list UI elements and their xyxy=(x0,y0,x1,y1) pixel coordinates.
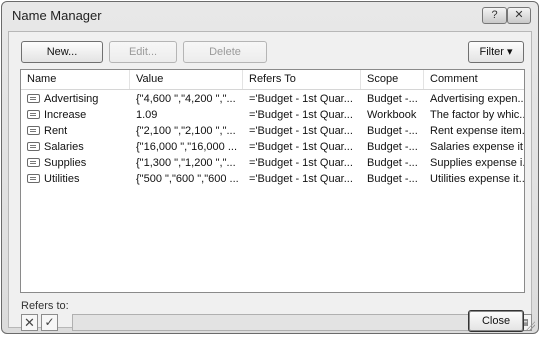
resize-grip-icon[interactable] xyxy=(525,320,535,330)
help-button[interactable]: ? xyxy=(482,7,507,24)
delete-button[interactable]: Delete xyxy=(183,41,267,63)
column-header-value[interactable]: Value xyxy=(130,70,243,89)
dialog-title: Name Manager xyxy=(12,8,102,23)
value-cell: {"16,000 ","16,000 ... xyxy=(136,141,238,153)
refers-to-cell: ='Budget - 1st Quar... xyxy=(249,141,353,153)
list-header: Name Value Refers To Scope Comment xyxy=(21,70,524,90)
refers-to-cell: ='Budget - 1st Quar... xyxy=(249,109,353,121)
filter-button[interactable]: Filter ▾ xyxy=(468,41,524,63)
scope-cell: Budget -... xyxy=(367,157,418,169)
table-row[interactable]: Utilities {"500 ","600 ","600 ... ='Budg… xyxy=(21,171,524,187)
defined-name-icon xyxy=(27,94,40,103)
comment-cell: Supplies expense i... xyxy=(430,157,524,169)
value-cell: {"1,300 ","1,200 ","... xyxy=(136,157,236,169)
name-cell: Supplies xyxy=(44,157,87,169)
defined-name-icon xyxy=(27,158,40,167)
value-cell: {"500 ","600 ","600 ... xyxy=(136,173,239,185)
comment-cell: Rent expense item... xyxy=(430,125,524,137)
comment-cell: Advertising expen... xyxy=(430,93,524,105)
cancel-edit-icon[interactable]: ✕ xyxy=(21,314,38,331)
defined-name-icon xyxy=(27,174,40,183)
names-list[interactable]: Name Value Refers To Scope Comment Adver… xyxy=(20,69,525,293)
confirm-edit-icon[interactable]: ✓ xyxy=(41,314,58,331)
refers-to-input[interactable] xyxy=(72,314,515,331)
comment-cell: Salaries expense it... xyxy=(430,141,524,153)
dialog-body: New... Edit... Delete Filter ▾ Name Valu… xyxy=(8,31,532,332)
table-row[interactable]: Increase 1.09 ='Budget - 1st Quar... Wor… xyxy=(21,107,524,123)
close-x-button[interactable]: ✕ xyxy=(507,7,531,24)
name-cell: Salaries xyxy=(44,141,84,153)
scope-cell: Budget -... xyxy=(367,141,418,153)
value-cell: {"4,600 ","4,200 ","... xyxy=(136,93,236,105)
scope-cell: Budget -... xyxy=(367,173,418,185)
comment-cell: Utilities expense it... xyxy=(430,173,524,185)
defined-name-icon xyxy=(27,142,40,151)
table-row[interactable]: Advertising {"4,600 ","4,200 ","... ='Bu… xyxy=(21,91,524,107)
column-header-scope[interactable]: Scope xyxy=(361,70,424,89)
refers-to-label: Refers to: xyxy=(21,300,69,312)
refers-to-cell: ='Budget - 1st Quar... xyxy=(249,173,353,185)
defined-name-icon xyxy=(27,110,40,119)
title-bar[interactable]: Name Manager ? ✕ xyxy=(2,2,538,28)
value-cell: 1.09 xyxy=(136,109,158,121)
table-row[interactable]: Rent {"2,100 ","2,100 ","... ='Budget - … xyxy=(21,123,524,139)
scope-cell: Budget -... xyxy=(367,93,418,105)
defined-name-icon xyxy=(27,126,40,135)
name-cell: Utilities xyxy=(44,173,80,185)
new-button[interactable]: New... xyxy=(21,41,103,63)
refers-to-cell: ='Budget - 1st Quar... xyxy=(249,125,353,137)
edit-button[interactable]: Edit... xyxy=(109,41,177,63)
name-cell: Increase xyxy=(44,109,87,121)
table-row[interactable]: Supplies {"1,300 ","1,200 ","... ='Budge… xyxy=(21,155,524,171)
column-header-name[interactable]: Name xyxy=(21,70,130,89)
refers-to-cell: ='Budget - 1st Quar... xyxy=(249,157,353,169)
comment-cell: The factor by whic... xyxy=(430,109,524,121)
name-manager-dialog: Name Manager ? ✕ New... Edit... Delete F… xyxy=(1,1,539,334)
scope-cell: Budget -... xyxy=(367,125,418,137)
name-cell: Advertising xyxy=(44,93,99,105)
value-cell: {"2,100 ","2,100 ","... xyxy=(136,125,236,137)
scope-cell: Workbook xyxy=(367,109,417,121)
close-button[interactable]: Close xyxy=(468,310,524,332)
refers-to-cell: ='Budget - 1st Quar... xyxy=(249,93,353,105)
name-cell: Rent xyxy=(44,125,68,137)
table-row[interactable]: Salaries {"16,000 ","16,000 ... ='Budget… xyxy=(21,139,524,155)
column-header-comment[interactable]: Comment xyxy=(424,70,524,89)
column-header-refers-to[interactable]: Refers To xyxy=(243,70,361,89)
